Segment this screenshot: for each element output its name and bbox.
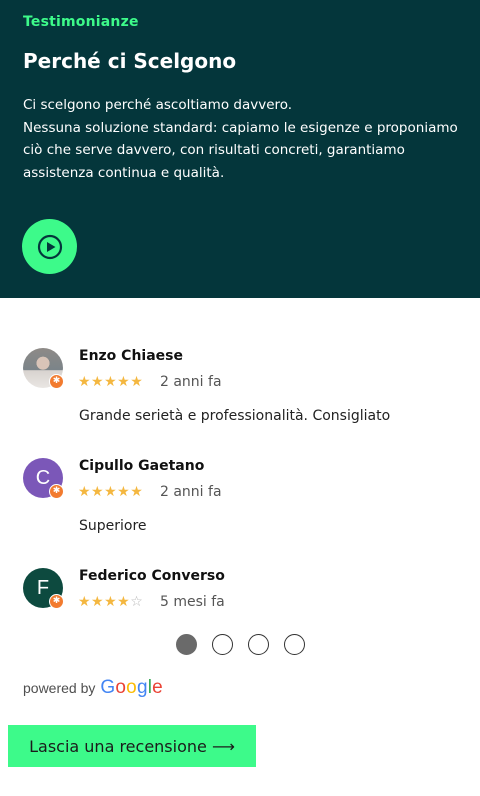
review-time: 5 mesi fa (160, 594, 225, 610)
google-logo: Google (100, 677, 163, 698)
play-icon (37, 234, 62, 259)
hero-section: Testimonianze Perché ci Scelgono Ci scel… (0, 0, 480, 298)
description-line: Nessuna soluzione standard: capiamo le e… (23, 119, 458, 136)
google-badge-icon: ✱ (49, 374, 64, 389)
carousel-pagination (176, 634, 305, 655)
google-badge-icon: ✱ (49, 594, 64, 609)
carousel-dot[interactable] (284, 634, 305, 655)
star-rating: ★★★★★ (78, 484, 144, 500)
review-time: 2 anni fa (160, 484, 222, 500)
section-description: Ci scelgono perché ascoltiamo davvero. N… (23, 94, 463, 184)
play-video-button[interactable] (22, 219, 77, 274)
carousel-dot[interactable] (212, 634, 233, 655)
description-line: ciò che serve davvero, con risultati con… (23, 142, 405, 158)
leave-review-button[interactable]: Lascia una recensione ⟶ (8, 725, 256, 767)
review-time: 2 anni fa (160, 374, 222, 390)
reviewer-name: Enzo Chiaese (79, 348, 183, 364)
powered-by-google: powered by Google (23, 677, 163, 699)
review-text: Superiore (79, 518, 147, 534)
review-text: Grande serietà e professionalità. Consig… (79, 408, 391, 424)
star-rating: ★★★★☆ (78, 594, 144, 610)
section-title: Perché ci Scelgono (23, 49, 237, 73)
reviewer-name: Federico Converso (79, 568, 225, 584)
carousel-dot[interactable] (248, 634, 269, 655)
powered-by-label: powered by (23, 680, 96, 696)
description-line: Ci scelgono perché ascoltiamo davvero. (23, 97, 293, 113)
google-badge-icon: ✱ (49, 484, 64, 499)
section-eyebrow: Testimonianze (23, 14, 139, 30)
star-rating: ★★★★★ (78, 374, 144, 390)
reviewer-name: Cipullo Gaetano (79, 458, 205, 474)
description-line: assistenza continua e qualità. (23, 164, 225, 181)
carousel-dot[interactable] (176, 634, 197, 655)
